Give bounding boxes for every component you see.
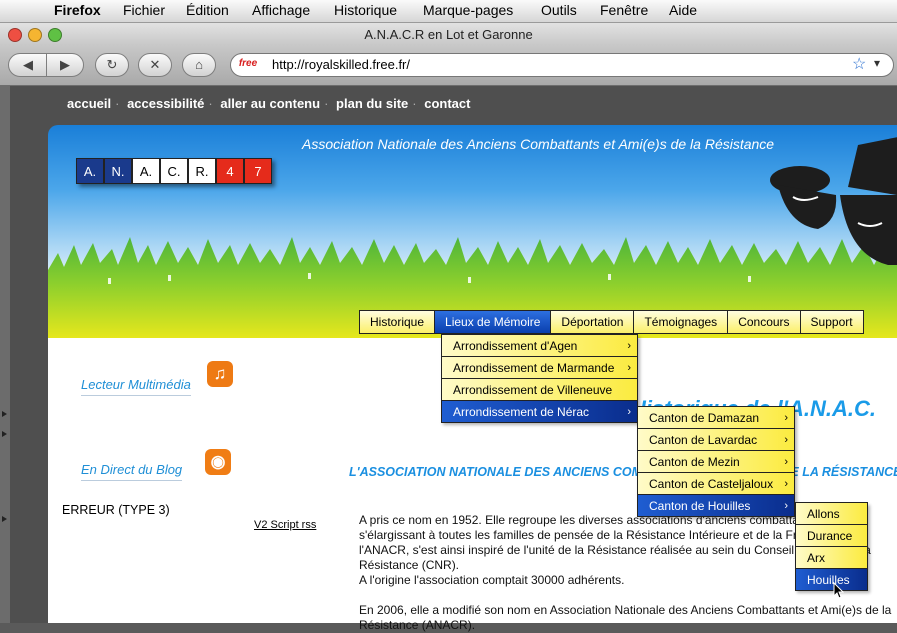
logo-letter: A. — [132, 158, 160, 184]
blog-link[interactable]: En Direct du Blog — [81, 461, 183, 481]
forward-icon: ▶ — [60, 57, 70, 72]
url-dropdown-icon[interactable]: ▾ — [874, 56, 880, 70]
nav-accessibilite[interactable]: accessibilité — [127, 96, 204, 111]
stop-button[interactable]: ✕ — [138, 53, 172, 77]
forward-button[interactable]: ▶ — [46, 53, 84, 77]
chevron-right-icon: › — [627, 406, 631, 418]
nav-accueil[interactable]: accueil — [67, 96, 111, 111]
menu-item-houilles-commune[interactable]: Houilles — [795, 568, 868, 591]
reload-button[interactable]: ↻ — [95, 53, 129, 77]
logo-letter: 7 — [244, 158, 272, 184]
menu-item-arx[interactable]: Arx — [795, 546, 868, 569]
music-note-icon[interactable]: ♫ — [207, 361, 233, 387]
back-button[interactable]: ◀ — [8, 53, 48, 77]
back-icon: ◀ — [23, 57, 33, 72]
chevron-right-icon: › — [784, 412, 788, 424]
tab-historique[interactable]: Historique — [359, 310, 436, 334]
chevron-right-icon: › — [784, 500, 788, 512]
stop-icon: ✕ — [149, 57, 161, 72]
chevron-right-icon: › — [784, 478, 788, 490]
logo-letter: N. — [104, 158, 132, 184]
main-navigation: Historique Lieux de Mémoire Déportation … — [359, 310, 864, 334]
tab-concours[interactable]: Concours — [727, 310, 801, 334]
error-message: ERREUR (TYPE 3) — [62, 503, 170, 517]
mac-menubar: Firefox Fichier Édition Affichage Histor… — [0, 0, 897, 23]
menu-aide[interactable]: Aide — [669, 2, 697, 18]
menu-item-allons[interactable]: Allons — [795, 502, 868, 525]
houilles-submenu: Allons Durance Arx Houilles — [795, 502, 868, 591]
nav-contact[interactable]: contact — [424, 96, 470, 111]
menu-fichier[interactable]: Fichier — [123, 2, 165, 18]
menu-firefox[interactable]: Firefox — [54, 2, 101, 18]
menu-item-mezin[interactable]: Canton de Mezin › — [637, 450, 795, 473]
anacr-logo[interactable]: A. N. A. C. R. 4 7 — [76, 158, 272, 184]
menu-marque-pages[interactable]: Marque-pages — [423, 2, 513, 18]
nerac-submenu: Canton de Damazan › Canton de Lavardac › C… — [637, 406, 795, 517]
url-text[interactable]: http://royalskilled.free.fr/ — [272, 57, 410, 72]
bookmark-star-icon[interactable]: ☆ — [852, 54, 866, 74]
logo-letter: C. — [160, 158, 188, 184]
logo-letter: 4 — [216, 158, 244, 184]
paragraph: En 2006, elle a modifié son nom en Assoc… — [359, 603, 892, 632]
logo-letter: A. — [76, 158, 104, 184]
chevron-right-icon: › — [627, 340, 631, 352]
window-title: A.N.A.C.R en Lot et Garonne — [364, 27, 533, 42]
menu-item-lavardac[interactable]: Canton de Lavardac › — [637, 428, 795, 451]
top-navigation: accueil · accessibilité · aller au contenu… — [67, 96, 471, 111]
logo-letter: R. — [188, 158, 216, 184]
chevron-right-icon: › — [784, 434, 788, 446]
menu-item-houilles[interactable]: Canton de Houilles › — [637, 494, 795, 517]
menu-historique[interactable]: Historique — [334, 2, 397, 18]
menu-item-casteljaloux[interactable]: Canton de Casteljaloux › — [637, 472, 795, 495]
menu-item-nerac[interactable]: Arrondissement de Nérac › — [441, 400, 638, 423]
mouse-cursor-icon — [833, 582, 845, 599]
tab-temoignages[interactable]: Témoignages — [633, 310, 729, 334]
nav-plan-du-site[interactable]: plan du site — [336, 96, 408, 111]
v2-rss-link[interactable]: V2 Script rss — [254, 519, 316, 531]
menu-item-agen[interactable]: Arrondissement d'Agen › — [441, 334, 638, 357]
section-subheading: L'ASSOCIATION NATIONALE DES ANCIENS COMB… — [349, 465, 897, 479]
menu-affichage[interactable]: Affichage — [252, 2, 310, 18]
reload-icon: ↻ — [106, 57, 118, 72]
banner-tagline: Association Nationale des Anciens Combat… — [302, 136, 775, 152]
menu-item-villeneuve[interactable]: Arrondissement de Villeneuve — [441, 378, 638, 401]
nav-aller-au-contenu[interactable]: aller au contenu — [220, 96, 320, 111]
tab-support[interactable]: Support — [799, 310, 864, 334]
tab-deportation[interactable]: Déportation — [550, 310, 635, 334]
tab-lieux-de-memoire[interactable]: Lieux de Mémoire — [434, 310, 552, 334]
menu-item-damazan[interactable]: Canton de Damazan › — [637, 406, 795, 429]
chevron-right-icon: › — [627, 362, 631, 374]
menu-outils[interactable]: Outils — [541, 2, 577, 18]
home-icon: ⌂ — [195, 57, 203, 72]
menu-item-marmande[interactable]: Arrondissement de Marmande › — [441, 356, 638, 379]
menu-edition[interactable]: Édition — [186, 2, 229, 18]
menu-fenetre[interactable]: Fenêtre — [600, 2, 648, 18]
rss-feed-icon[interactable]: ◉ — [205, 449, 231, 475]
home-button[interactable]: ⌂ — [182, 53, 216, 77]
lieux-memoire-dropdown: Arrondissement d'Agen › Arrondissement de… — [441, 334, 638, 423]
chevron-right-icon: › — [784, 456, 788, 468]
multimedia-link[interactable]: Lecteur Multimédia — [81, 376, 191, 396]
site-favicon: free — [236, 57, 260, 71]
menu-item-durance[interactable]: Durance — [795, 524, 868, 547]
